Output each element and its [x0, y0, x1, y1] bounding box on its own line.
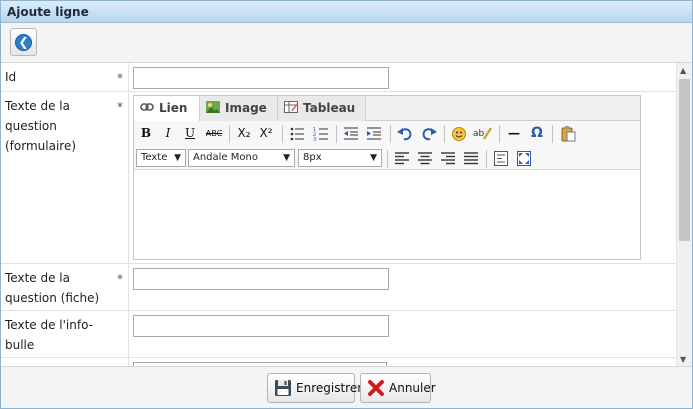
redo-icon[interactable]	[420, 125, 438, 142]
image-icon	[206, 101, 220, 113]
outdent-icon[interactable]	[342, 125, 360, 142]
ajoute-ligne-dialog: Ajoute ligne ❮ Id * Texte de la question…	[0, 0, 693, 409]
form-scrollbar[interactable]: ▲ ▼	[676, 63, 692, 366]
editor-toolbar-row2: Texte ▼ Andale Mono ▼ 8px ▼	[134, 146, 640, 170]
font-select[interactable]: Andale Mono ▼	[188, 149, 295, 167]
toolbar-separator	[390, 125, 391, 143]
italic-button[interactable]: I	[159, 125, 177, 142]
align-right-icon[interactable]	[439, 150, 457, 167]
toolbar-separator	[387, 150, 388, 168]
label-next-partial	[1, 358, 129, 366]
toolbar-separator	[229, 125, 230, 143]
svg-text:ab: ab	[473, 129, 485, 139]
cancel-x-icon	[368, 380, 384, 396]
scrollbar-thumb[interactable]	[679, 79, 690, 241]
cancel-button-label: Annuler	[389, 381, 436, 395]
id-input[interactable]	[133, 67, 389, 89]
label-text: Id	[5, 70, 17, 84]
scroll-up-icon[interactable]: ▲	[680, 66, 686, 75]
back-arrow-icon: ❮	[15, 34, 32, 51]
align-justify-icon[interactable]	[462, 150, 480, 167]
rich-text-editor: Lien Image Tableau B I U ABC X₂ X² 1 2 3…	[133, 95, 641, 260]
format-select-value: Texte	[141, 152, 168, 163]
table-icon	[284, 101, 298, 113]
row-id: Id *	[1, 63, 676, 92]
source-code-icon[interactable]	[492, 150, 510, 167]
tab-tableau[interactable]: Tableau	[278, 96, 366, 121]
dialog-toolbar: ❮	[1, 23, 692, 63]
toolbar-separator	[552, 125, 553, 143]
editor-content-area[interactable]	[134, 171, 640, 259]
row-info-bulle: Texte de l'info-bulle	[1, 311, 676, 358]
label-text: Texte de la question (formulaire)	[5, 99, 77, 153]
form-area: Id * Texte de la question (formulaire) *…	[1, 63, 676, 366]
cancel-button[interactable]: Annuler	[360, 373, 436, 403]
scroll-down-icon[interactable]: ▼	[680, 355, 686, 364]
paste-icon[interactable]	[559, 125, 577, 142]
save-button-label: Enregistrer	[296, 381, 363, 395]
smiley-icon[interactable]	[450, 125, 468, 142]
fullscreen-icon[interactable]	[515, 150, 533, 167]
row-question-formulaire: Texte de la question (formulaire) * Lien…	[1, 92, 676, 264]
align-left-icon[interactable]	[393, 150, 411, 167]
underline-button[interactable]: U	[181, 125, 199, 142]
format-select[interactable]: Texte ▼	[136, 149, 186, 167]
tab-label: Image	[225, 101, 267, 115]
required-marker: *	[117, 100, 123, 114]
required-marker: *	[117, 71, 123, 85]
tab-lien[interactable]: Lien	[134, 96, 200, 122]
spellcheck-icon[interactable]: ab	[473, 125, 493, 142]
link-icon	[140, 103, 154, 111]
toolbar-separator	[499, 125, 500, 143]
toolbar-separator	[336, 125, 337, 143]
floppy-disk-icon	[275, 380, 291, 396]
font-select-value: Andale Mono	[193, 152, 258, 163]
tab-label: Lien	[159, 101, 188, 115]
label-question-fiche: Texte de la question (fiche) *	[1, 264, 129, 310]
align-center-icon[interactable]	[416, 150, 434, 167]
svg-text:3: 3	[313, 137, 316, 142]
label-text: Texte de la question (fiche)	[5, 271, 100, 305]
info-bulle-input[interactable]	[133, 315, 389, 337]
toolbar-separator	[444, 125, 445, 143]
bullet-list-icon[interactable]	[288, 125, 306, 142]
save-button[interactable]: Enregistrer	[267, 373, 362, 403]
required-marker: *	[117, 272, 123, 286]
editor-toolbar-row1: B I U ABC X₂ X² 123 ab — Ω	[134, 121, 640, 146]
subscript-button[interactable]: X₂	[235, 125, 253, 142]
dialog-title: Ajoute ligne	[1, 1, 692, 23]
question-fiche-input[interactable]	[133, 268, 389, 290]
dialog-footer: Enregistrer Annuler	[1, 366, 692, 408]
horizontal-rule-button[interactable]: —	[505, 125, 523, 142]
indent-icon[interactable]	[365, 125, 383, 142]
label-id: Id *	[1, 63, 129, 91]
bold-button[interactable]: B	[137, 125, 155, 142]
label-question-formulaire: Texte de la question (formulaire) *	[1, 92, 129, 263]
superscript-button[interactable]: X²	[257, 125, 275, 142]
tab-label: Tableau	[303, 101, 356, 115]
toolbar-separator	[282, 125, 283, 143]
numbered-list-icon[interactable]: 123	[312, 125, 330, 142]
strikethrough-button[interactable]: ABC	[203, 125, 225, 142]
chevron-down-icon: ▼	[283, 153, 290, 163]
label-text: Texte de l'info-bulle	[5, 318, 93, 352]
undo-icon[interactable]	[396, 125, 414, 142]
toolbar-separator	[486, 150, 487, 168]
special-char-button[interactable]: Ω	[528, 125, 546, 142]
row-next-partial	[1, 358, 676, 366]
chevron-down-icon: ▼	[370, 153, 377, 163]
size-select-value: 8px	[303, 152, 322, 163]
editor-tabs: Lien Image Tableau	[134, 96, 640, 122]
back-button[interactable]: ❮	[10, 28, 37, 56]
size-select[interactable]: 8px ▼	[298, 149, 382, 167]
chevron-down-icon: ▼	[174, 153, 181, 163]
tab-image[interactable]: Image	[200, 96, 278, 121]
row-question-fiche: Texte de la question (fiche) *	[1, 264, 676, 311]
label-info-bulle: Texte de l'info-bulle	[1, 311, 129, 357]
